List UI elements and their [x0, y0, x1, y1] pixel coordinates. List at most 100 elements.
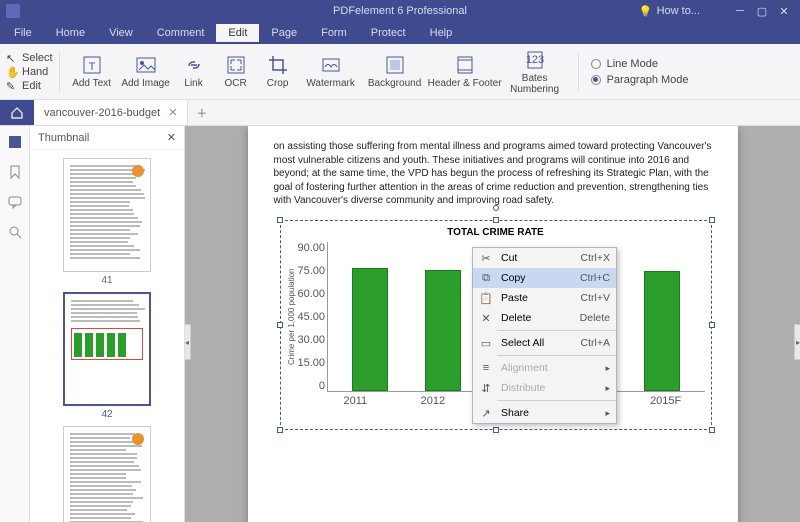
- image-icon: [135, 54, 157, 76]
- watermark-button[interactable]: Watermark: [300, 47, 362, 97]
- menu-bar: FileHomeViewCommentEditPageFormProtectHe…: [0, 22, 800, 44]
- bulb-icon: 💡: [639, 5, 653, 18]
- align-icon: ≡: [479, 362, 493, 374]
- thumbnail-rail-button[interactable]: [7, 134, 23, 150]
- app-logo: [6, 4, 20, 18]
- how-to-label: How to...: [657, 5, 700, 17]
- left-rail: [0, 126, 30, 522]
- annotation-rail-button[interactable]: [7, 194, 23, 210]
- resize-handle[interactable]: [277, 427, 283, 433]
- svg-text:T: T: [88, 61, 95, 73]
- body-text[interactable]: on assisting those suffering from mental…: [274, 140, 712, 208]
- resize-handle[interactable]: [709, 427, 715, 433]
- home-tab[interactable]: [0, 100, 34, 125]
- chevron-right-icon: ▸: [605, 383, 610, 394]
- chart-ylabel: Crime per 1,000 population: [287, 242, 296, 392]
- thumbnail-close-icon[interactable]: ✕: [167, 131, 176, 144]
- resize-handle[interactable]: [277, 217, 283, 223]
- collapse-left-button[interactable]: ◂: [185, 324, 191, 360]
- ocr-button[interactable]: OCR: [216, 47, 256, 97]
- ctx-paste[interactable]: 📋PasteCtrl+V: [473, 288, 616, 308]
- bates-button[interactable]: 123Bates Numbering: [504, 47, 566, 97]
- distribute-icon: ⇵: [479, 382, 493, 395]
- ctx-copy[interactable]: ⧉CopyCtrl+C: [473, 268, 616, 288]
- add-text-button[interactable]: TAdd Text: [66, 47, 118, 97]
- ctx-cut[interactable]: ✂CutCtrl+X: [473, 248, 616, 268]
- header-footer-icon: [454, 54, 476, 76]
- resize-handle[interactable]: [277, 322, 283, 328]
- ctx-alignment: ≡Alignment▸: [473, 358, 616, 378]
- crop-icon: [267, 54, 289, 76]
- paragraph-mode-radio[interactable]: Paragraph Mode: [591, 74, 689, 86]
- background-icon: [384, 54, 406, 76]
- cut-icon: ✂: [479, 252, 493, 265]
- thumbnail-page-41[interactable]: 41: [63, 158, 151, 286]
- hand-tool[interactable]: ✋Hand: [6, 66, 53, 78]
- resize-handle[interactable]: [493, 217, 499, 223]
- ctx-distribute: ⇵Distribute▸: [473, 378, 616, 398]
- ctx-select-all[interactable]: ▭Select AllCtrl+A: [473, 333, 616, 353]
- delete-icon: ✕: [479, 312, 493, 325]
- tab-label: vancouver-2016-budget: [44, 107, 160, 119]
- menu-file[interactable]: File: [2, 24, 44, 42]
- paste-icon: 📋: [479, 292, 493, 305]
- share-icon: ↗: [479, 407, 493, 420]
- minimize-button[interactable]: ─: [730, 3, 750, 19]
- chart-bar: [425, 270, 461, 391]
- app-title: PDFelement 6 Professional: [333, 5, 467, 17]
- resize-handle[interactable]: [709, 322, 715, 328]
- menu-form[interactable]: Form: [309, 24, 359, 42]
- edit-tool[interactable]: ✎Edit: [6, 80, 53, 92]
- line-mode-radio[interactable]: Line Mode: [591, 58, 689, 70]
- chart-bar: [644, 271, 680, 390]
- ocr-icon: [225, 54, 247, 76]
- cursor-icon: ↖: [6, 52, 18, 64]
- header-footer-button[interactable]: Header & Footer: [428, 47, 502, 97]
- crop-button[interactable]: Crop: [258, 47, 298, 97]
- hand-icon: ✋: [6, 66, 18, 78]
- bookmark-rail-button[interactable]: [7, 164, 23, 180]
- radio-icon: [591, 59, 601, 69]
- chevron-right-icon: ▸: [605, 363, 610, 374]
- bates-icon: 123: [524, 49, 546, 71]
- menu-view[interactable]: View: [97, 24, 145, 42]
- resize-handle[interactable]: [709, 217, 715, 223]
- link-button[interactable]: Link: [174, 47, 214, 97]
- menu-protect[interactable]: Protect: [359, 24, 418, 42]
- ctx-share[interactable]: ↗Share▸: [473, 403, 616, 423]
- search-rail-button[interactable]: [7, 224, 23, 240]
- menu-help[interactable]: Help: [418, 24, 465, 42]
- radio-icon: [591, 75, 601, 85]
- chevron-right-icon: ▸: [605, 408, 610, 419]
- chart-bar: [352, 268, 388, 391]
- rotate-handle[interactable]: [493, 205, 499, 211]
- add-tab-button[interactable]: ＋: [188, 100, 215, 125]
- menu-edit[interactable]: Edit: [216, 24, 259, 42]
- close-button[interactable]: ✕: [774, 3, 794, 19]
- text-icon: T: [81, 54, 103, 76]
- resize-handle[interactable]: [493, 427, 499, 433]
- tab-close-icon[interactable]: ✕: [168, 106, 177, 119]
- background-button[interactable]: Background: [364, 47, 426, 97]
- chart-title: TOTAL CRIME RATE: [287, 227, 705, 238]
- thumbnail-panel: Thumbnail ✕ 414243: [30, 126, 185, 522]
- how-to-button[interactable]: 💡 How to...: [639, 5, 700, 18]
- collapse-right-button[interactable]: ▸: [794, 324, 800, 360]
- select-tool[interactable]: ↖Select: [6, 52, 53, 64]
- pencil-icon: ✎: [6, 80, 18, 92]
- menu-comment[interactable]: Comment: [145, 24, 217, 42]
- work-area: Thumbnail ✕ 414243 ◂ ▸ on assisting thos…: [0, 126, 800, 522]
- add-image-button[interactable]: Add Image: [120, 47, 172, 97]
- maximize-button[interactable]: ▢: [752, 3, 772, 19]
- copy-icon: ⧉: [479, 272, 493, 285]
- ctx-delete[interactable]: ✕DeleteDelete: [473, 308, 616, 328]
- link-icon: [183, 54, 205, 76]
- home-icon: [10, 106, 24, 120]
- thumbnail-page-42[interactable]: 42: [63, 292, 151, 420]
- thumbnail-page-43[interactable]: 43: [63, 426, 151, 522]
- menu-home[interactable]: Home: [44, 24, 97, 42]
- select-all-icon: ▭: [479, 337, 493, 350]
- document-tab[interactable]: vancouver-2016-budget ✕: [34, 100, 188, 125]
- menu-page[interactable]: Page: [259, 24, 309, 42]
- ribbon: ↖Select ✋Hand ✎Edit TAdd Text Add Image …: [0, 44, 800, 100]
